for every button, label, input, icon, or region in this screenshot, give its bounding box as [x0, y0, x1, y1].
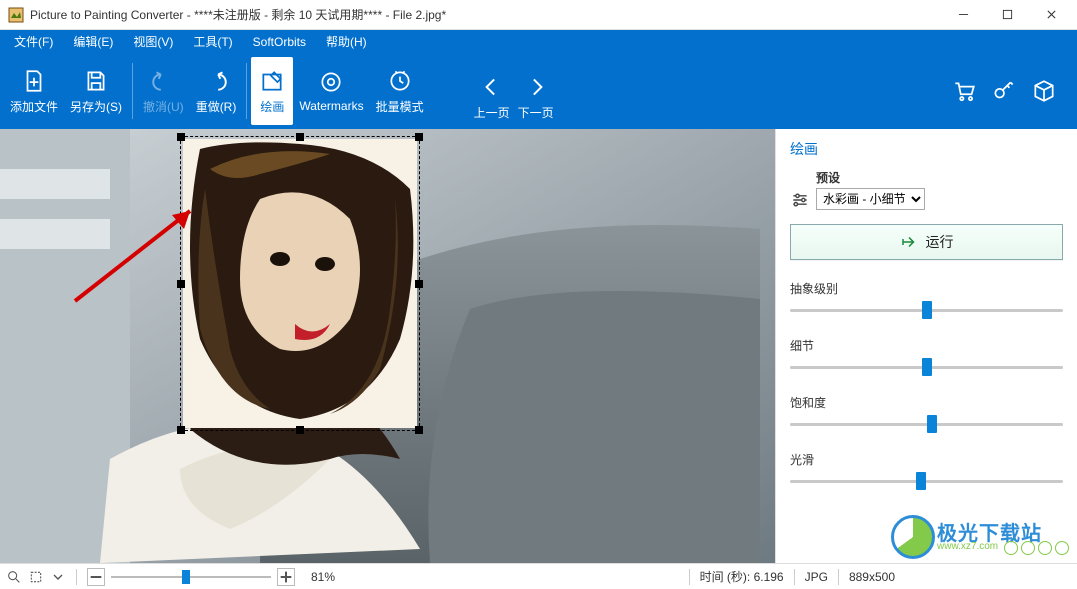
key-icon[interactable] — [991, 78, 1017, 104]
handle-mid-right[interactable] — [415, 280, 423, 288]
close-button[interactable] — [1029, 1, 1073, 29]
side-panel: 绘画 预设 水彩画 - 小细节 运行 抽象级别 细节 饱和度 — [775, 129, 1077, 563]
painting-tab[interactable]: 绘画 — [251, 57, 293, 125]
next-label: 下一页 — [518, 104, 554, 121]
add-file-label: 添加文件 — [10, 98, 58, 115]
package-icon[interactable] — [1031, 78, 1057, 104]
menu-help[interactable]: 帮助(H) — [316, 30, 377, 53]
save-icon — [83, 68, 109, 94]
run-button[interactable]: 运行 — [790, 224, 1063, 260]
menu-tools[interactable]: 工具(T) — [183, 30, 242, 53]
prev-label: 上一页 — [474, 104, 510, 121]
minimize-button[interactable] — [941, 1, 985, 29]
redo-label: 重做(R) — [196, 98, 237, 115]
preset-select[interactable]: 水彩画 - 小细节 — [816, 188, 925, 210]
maximize-button[interactable] — [985, 1, 1029, 29]
painting-label: 绘画 — [260, 98, 284, 115]
watermarks-icon — [318, 69, 344, 95]
handle-bot-right[interactable] — [415, 426, 423, 434]
batch-tab[interactable]: 批量模式 — [370, 53, 430, 129]
watermarks-tab[interactable]: Watermarks — [293, 53, 369, 129]
slider-abstract-label: 抽象级别 — [790, 280, 1063, 297]
slider-smooth-label: 光滑 — [790, 451, 1063, 468]
save-as-button[interactable]: 另存为(S) — [64, 53, 128, 129]
selection-rectangle[interactable] — [180, 136, 420, 431]
app-icon — [8, 7, 24, 23]
preset-label: 预设 — [816, 169, 1063, 186]
run-icon — [900, 233, 918, 251]
slider-detail-label: 细节 — [790, 337, 1063, 354]
add-file-button[interactable]: 添加文件 — [4, 53, 64, 129]
status-format: JPG — [805, 570, 828, 584]
undo-button: 撤消(U) — [137, 53, 190, 129]
status-bar: 81% 时间 (秒): 6.196 JPG 889x500 — [0, 563, 1077, 589]
zoom-percent: 81% — [311, 570, 335, 584]
prev-page-button[interactable]: 上一页 — [470, 74, 514, 121]
slider-saturate-label: 饱和度 — [790, 394, 1063, 411]
zoom-in-button[interactable] — [277, 568, 295, 586]
handle-top-left[interactable] — [177, 133, 185, 141]
status-time: 时间 (秒): 6.196 — [700, 568, 784, 585]
window-title: Picture to Painting Converter - ****未注册版… — [30, 6, 941, 23]
redo-icon — [203, 68, 229, 94]
run-label: 运行 — [926, 232, 954, 252]
handle-mid-left[interactable] — [177, 280, 185, 288]
handle-bot-mid[interactable] — [296, 426, 304, 434]
menu-bar: 文件(F) 编辑(E) 视图(V) 工具(T) SoftOrbits 帮助(H) — [0, 30, 1077, 53]
redo-button[interactable]: 重做(R) — [190, 53, 243, 129]
chevron-down-icon[interactable] — [50, 569, 66, 585]
save-as-label: 另存为(S) — [70, 98, 122, 115]
prev-icon — [479, 74, 505, 100]
batch-icon — [387, 68, 413, 94]
painting-icon — [259, 68, 285, 94]
title-bar: Picture to Painting Converter - ****未注册版… — [0, 0, 1077, 30]
panel-title: 绘画 — [790, 139, 1063, 159]
add-file-icon — [21, 68, 47, 94]
slider-smooth[interactable] — [790, 472, 1063, 490]
menu-softorbits[interactable]: SoftOrbits — [243, 32, 316, 52]
undo-icon — [150, 68, 176, 94]
next-icon — [523, 74, 549, 100]
slider-abstract[interactable] — [790, 301, 1063, 319]
menu-view[interactable]: 视图(V) — [123, 30, 183, 53]
zoom-slider[interactable] — [111, 570, 271, 584]
menu-edit[interactable]: 编辑(E) — [63, 30, 123, 53]
next-page-button[interactable]: 下一页 — [514, 74, 558, 121]
watermarks-label: Watermarks — [299, 99, 363, 113]
menu-file[interactable]: 文件(F) — [4, 30, 63, 53]
zoom-tool-icon[interactable] — [6, 569, 22, 585]
fit-icon[interactable] — [28, 569, 44, 585]
preset-settings-icon[interactable] — [790, 190, 810, 210]
canvas[interactable] — [0, 129, 775, 563]
toolbar: 添加文件 另存为(S) 撤消(U) 重做(R) 绘画 Watermarks 批量… — [0, 53, 1077, 129]
batch-label: 批量模式 — [376, 98, 424, 115]
handle-top-right[interactable] — [415, 133, 423, 141]
handle-top-mid[interactable] — [296, 133, 304, 141]
slider-saturate[interactable] — [790, 415, 1063, 433]
cart-icon[interactable] — [951, 78, 977, 104]
status-dimensions: 889x500 — [849, 570, 895, 584]
handle-bot-left[interactable] — [177, 426, 185, 434]
zoom-out-button[interactable] — [87, 568, 105, 586]
undo-label: 撤消(U) — [143, 98, 184, 115]
slider-detail[interactable] — [790, 358, 1063, 376]
